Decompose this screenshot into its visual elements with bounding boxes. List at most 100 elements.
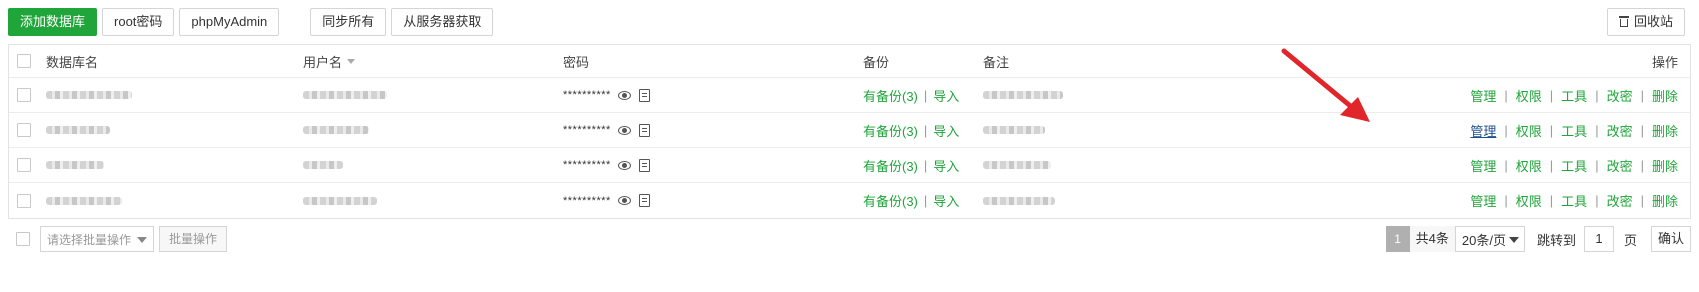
row-checkbox[interactable]: [17, 158, 31, 172]
row-checkbox[interactable]: [17, 193, 31, 208]
jump-page-input[interactable]: 1: [1583, 226, 1614, 252]
backup-link[interactable]: 有备份(3): [863, 121, 918, 140]
manage-link[interactable]: 管理: [1470, 156, 1496, 175]
permissions-link[interactable]: 权限: [1516, 156, 1542, 175]
db-name-redacted[interactable]: [46, 183, 122, 218]
page-size-value: 20条/页: [1461, 232, 1506, 248]
backup-link[interactable]: 有备份(3): [863, 156, 918, 175]
row-checkbox[interactable]: [17, 123, 31, 137]
batch-action-select[interactable]: 请选择批量操作: [40, 226, 154, 252]
page-number-current[interactable]: 1: [1385, 226, 1410, 252]
row-ops: 管理 | 权限 | 工具 | 改密 | 删除: [1470, 121, 1678, 140]
password-mask: **********: [563, 159, 611, 171]
confirm-jump-button[interactable]: 确认: [1650, 226, 1691, 252]
table-footer: 请选择批量操作 批量操作 1 共4条 20条/页 跳转到 1 页 确认: [8, 226, 1691, 252]
table-header: 数据库名 用户名 密码 备份 备注 操作: [9, 45, 1690, 78]
recycle-bin-button[interactable]: 回收站: [1606, 8, 1685, 36]
delete-link[interactable]: 删除: [1652, 156, 1678, 175]
change-password-link[interactable]: 改密: [1607, 156, 1633, 175]
header-username[interactable]: 用户名: [303, 45, 356, 77]
jump-label: 跳转到: [1536, 232, 1576, 248]
change-password-link[interactable]: 改密: [1607, 121, 1633, 140]
toolbar-gap: [284, 8, 310, 36]
header-db-name[interactable]: 数据库名: [46, 45, 98, 77]
select-all-cell: [17, 45, 31, 77]
db-name-redacted[interactable]: [46, 78, 132, 112]
database-table: 数据库名 用户名 密码 备份 备注 操作 ********** 有备份(3) |: [8, 44, 1691, 219]
header-note: 备注: [983, 54, 1010, 70]
note-redacted[interactable]: [983, 78, 1063, 112]
copy-icon[interactable]: [638, 88, 650, 102]
backup-link[interactable]: 有备份(3): [863, 191, 918, 210]
row-ops: 管理 | 权限 | 工具 | 改密 | 删除: [1470, 86, 1678, 105]
note-redacted[interactable]: [983, 183, 1055, 218]
eye-icon[interactable]: [617, 125, 631, 135]
username-redacted: [303, 183, 377, 218]
change-password-link[interactable]: 改密: [1607, 86, 1633, 105]
header-username-label: 用户名: [303, 54, 343, 70]
table-row: ********** 有备份(3) | 导入 管理 | 权限 | 工具 | 改密 | 删…: [9, 148, 1690, 183]
db-name-redacted[interactable]: [46, 113, 110, 147]
backup-link[interactable]: 有备份(3): [863, 86, 918, 105]
manage-link[interactable]: 管理: [1470, 121, 1496, 140]
change-password-link[interactable]: 改密: [1607, 191, 1633, 210]
note-redacted[interactable]: [983, 148, 1051, 182]
copy-icon[interactable]: [638, 158, 650, 172]
footer-select-all-checkbox[interactable]: [16, 232, 30, 246]
import-link[interactable]: 导入: [933, 86, 959, 105]
add-database-button[interactable]: 添加数据库: [8, 8, 98, 36]
delete-link[interactable]: 删除: [1652, 86, 1678, 105]
copy-icon[interactable]: [638, 123, 650, 137]
table-row: ********** 有备份(3) | 导入 管理 | 权限 | 工具 | 改密 | 删…: [9, 183, 1690, 218]
page-size-select[interactable]: 20条/页: [1454, 226, 1525, 252]
note-redacted[interactable]: [983, 113, 1045, 147]
import-link[interactable]: 导入: [933, 191, 959, 210]
tools-link[interactable]: 工具: [1561, 86, 1587, 105]
row-ops: 管理 | 权限 | 工具 | 改密 | 删除: [1470, 191, 1678, 210]
db-name-redacted[interactable]: [46, 148, 104, 182]
manage-link[interactable]: 管理: [1470, 86, 1496, 105]
row-checkbox[interactable]: [17, 88, 31, 102]
header-ops: 操作: [1651, 54, 1678, 70]
delete-link[interactable]: 删除: [1652, 191, 1678, 210]
manage-link[interactable]: 管理: [1470, 191, 1496, 210]
phpmyadmin-button[interactable]: phpMyAdmin: [179, 8, 280, 36]
password-cell: **********: [563, 148, 650, 182]
import-link[interactable]: 导入: [933, 156, 959, 175]
recycle-bin-label: 回收站: [1633, 14, 1673, 29]
tools-link[interactable]: 工具: [1561, 191, 1587, 210]
permissions-link[interactable]: 权限: [1516, 191, 1542, 210]
password-cell: **********: [563, 183, 650, 218]
password-mask: **********: [563, 194, 611, 207]
copy-icon[interactable]: [638, 194, 650, 207]
select-all-checkbox[interactable]: [17, 54, 31, 68]
username-redacted: [303, 78, 387, 112]
password-cell: **********: [563, 78, 650, 112]
eye-icon[interactable]: [617, 160, 631, 170]
caret-down-icon: [137, 237, 147, 243]
batch-action-button[interactable]: 批量操作: [159, 226, 228, 252]
root-password-button[interactable]: root密码: [102, 8, 175, 36]
fetch-from-server-button[interactable]: 从服务器获取: [391, 8, 494, 36]
username-redacted: [303, 148, 343, 182]
toolbar: 添加数据库 root密码 phpMyAdmin 同步所有 从服务器获取: [8, 8, 498, 36]
page-unit: 页: [1623, 232, 1637, 248]
table-row: ********** 有备份(3) | 导入 管理 | 权限 | 工具 | 改密 | 删…: [9, 78, 1690, 113]
password-mask: **********: [563, 124, 611, 136]
sync-all-button[interactable]: 同步所有: [310, 8, 387, 36]
tools-link[interactable]: 工具: [1561, 156, 1587, 175]
tools-link[interactable]: 工具: [1561, 121, 1587, 140]
backup-cell: 有备份(3) | 导入: [863, 121, 960, 140]
permissions-link[interactable]: 权限: [1516, 121, 1542, 140]
backup-cell: 有备份(3) | 导入: [863, 86, 960, 105]
caret-down-icon: [1508, 237, 1519, 243]
backup-cell: 有备份(3) | 导入: [863, 191, 960, 210]
header-password: 密码: [563, 54, 590, 70]
import-link[interactable]: 导入: [933, 121, 959, 140]
eye-icon[interactable]: [617, 90, 631, 100]
sort-down-icon[interactable]: [347, 58, 356, 64]
eye-icon[interactable]: [617, 196, 631, 205]
total-count: 共4条: [1409, 226, 1455, 252]
permissions-link[interactable]: 权限: [1516, 86, 1542, 105]
delete-link[interactable]: 删除: [1652, 121, 1678, 140]
